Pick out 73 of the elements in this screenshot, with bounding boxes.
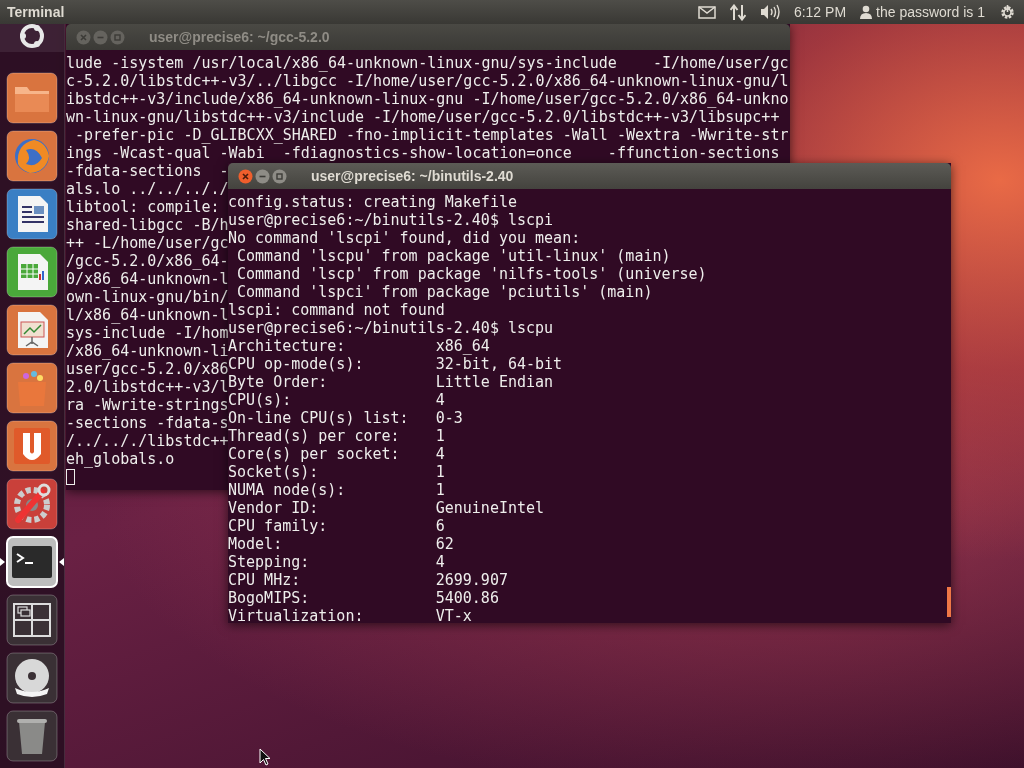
scrollbar-thumb[interactable] xyxy=(947,587,951,617)
window-grid-icon[interactable] xyxy=(6,594,58,646)
terminal-line: Core(s) per socket: 4 xyxy=(228,445,445,463)
terminal-line: 0/x86_64-unknown-l xyxy=(66,270,229,288)
terminal-line: lude -isystem /usr/local/x86_64-unknown-linux-gnu/sys-include -I/home/user/gc xyxy=(66,54,789,72)
terminal-line: Command 'lspci' from package 'pciutils' (main) xyxy=(236,283,653,301)
terminal-line: -prefer-pic -D_GLIBCXX_SHARED -fno-implicit-templates -Wall -Wextra -Wwrite-str xyxy=(74,126,789,144)
person-icon[interactable] xyxy=(860,5,873,19)
circle-logo-icon[interactable] xyxy=(18,24,46,50)
terminal-line: 2.0/libstdc++-v3/l xyxy=(66,378,229,396)
terminal-line: CPU family: 6 xyxy=(228,517,445,535)
terminal-line: libtool: compile: xyxy=(66,198,220,216)
title-bar[interactable]: user@precise6: ~/binutils-2.40 xyxy=(228,163,951,189)
maximize-button[interactable] xyxy=(272,168,287,184)
terminal-line: ings -Wcast-qual -Wabi -fdiagnostics-show-location=once -ffunction-sections xyxy=(66,144,780,162)
terminal-line: Architecture: x86_64 xyxy=(228,337,490,355)
terminal-line: Model: 62 xyxy=(228,535,454,553)
terminal-line: Thread(s) per core: 1 xyxy=(228,427,445,445)
terminal-line: Byte Order: Little Endian xyxy=(228,373,554,391)
terminal-line: als.lo ../../.././ xyxy=(66,180,229,198)
terminal-line: sys-include -I/hom xyxy=(66,324,229,342)
terminal-line: eh_globals.o xyxy=(66,450,175,468)
terminal-line: shared-libgcc -B/h xyxy=(66,216,229,234)
minimize-button[interactable] xyxy=(255,168,270,184)
terminal-line: NUMA node(s): 1 xyxy=(228,481,445,499)
user-name[interactable]: the password is 1 xyxy=(876,4,985,20)
terminal-line: config.status: creating Makefile xyxy=(228,193,517,211)
terminal-line: /gcc-5.2.0/x86_64- xyxy=(66,252,229,270)
terminal-line: No command 'lscpi' found, did you mean: xyxy=(228,229,581,247)
folder-icon[interactable] xyxy=(6,72,58,124)
terminal-line: Command 'lscpu' from package 'util-linux' (main) xyxy=(236,247,671,265)
terminal-line: CPU MHz: 2699.907 xyxy=(228,571,508,589)
terminal-line: lscpi: command not found xyxy=(228,301,445,319)
terminal-line: -sections -fdata-s xyxy=(66,414,229,432)
document-icon[interactable] xyxy=(6,188,58,240)
window-title: user@precise6: ~/binutils-2.40 xyxy=(311,168,514,184)
terminal-line: user@precise6:~/binutils-2.40$ lscpi xyxy=(228,211,554,229)
clock[interactable]: 6:12 PM xyxy=(793,4,847,20)
spreadsheet-icon[interactable] xyxy=(6,246,58,298)
terminal-line: l/x86_64-unknown-l xyxy=(66,306,229,324)
close-button[interactable] xyxy=(238,168,253,184)
up-down-arrows-icon[interactable] xyxy=(729,3,746,21)
terminal-line: BogoMIPS: 5400.86 xyxy=(228,589,499,607)
terminal-line: wn-linux-gnu/libstdc++-v3/include -I/home/user/gcc-5.2.0/libstdc++-v3/libsupc++ xyxy=(66,108,780,126)
trash-icon[interactable] xyxy=(6,710,58,762)
terminal-line: /x86_64-unknown-li xyxy=(66,342,229,360)
terminal-line: user/gcc-5.2.0/x86 xyxy=(66,360,229,378)
terminal-line: CPU(s): 4 xyxy=(228,391,445,409)
terminal-line: ra -Wwrite-strings xyxy=(66,396,229,414)
terminal-line: user@precise6:~/binutils-2.40$ lscpu xyxy=(228,319,554,337)
terminal-line: Command 'lscp' from package 'nilfs-tools' (universe) xyxy=(236,265,707,283)
terminal-line: ibstdc++-v3/include/x86_64-unknown-linux-gnu -I/home/user/gcc-5.2.0/x86_64-unkno xyxy=(66,90,789,108)
app-title: Terminal xyxy=(7,4,65,20)
terminal-line: Socket(s): 1 xyxy=(228,463,445,481)
terminal-line: Vendor ID: GenuineIntel xyxy=(228,499,545,517)
terminal-line: CPU op-mode(s): 32-bit, 64-bit xyxy=(228,355,563,373)
u-shape-icon[interactable] xyxy=(6,420,58,472)
terminal-line: ++ -L/home/user/gc xyxy=(66,234,229,252)
presentation-icon[interactable] xyxy=(6,304,58,356)
terminal-line: /../.././libstdc++ xyxy=(66,432,229,450)
terminal-line: On-line CPU(s) list: 0-3 xyxy=(228,409,463,427)
envelope-icon[interactable] xyxy=(697,5,716,19)
mouse-pointer-icon xyxy=(259,748,271,766)
settings-icon[interactable] xyxy=(999,3,1016,21)
terminal-line: own-linux-gnu/bin/ xyxy=(66,288,229,306)
window-title: user@precise6: ~/gcc-5.2.0 xyxy=(149,29,330,45)
terminal-icon[interactable] xyxy=(6,536,58,588)
terminal-line: Stepping: 4 xyxy=(228,553,445,571)
terminal-line: -fdata-sections - xyxy=(66,162,229,180)
terminal-line: c-5.2.0/libstdc++-v3/../libgcc -I/home/user/gcc-5.2.0/x86_64-unknown-linux-gnu/l xyxy=(66,72,789,90)
shopping-bag-icon[interactable] xyxy=(6,362,58,414)
speaker-icon[interactable] xyxy=(759,4,780,20)
terminal-line: Virtualization: VT-x xyxy=(228,607,472,625)
